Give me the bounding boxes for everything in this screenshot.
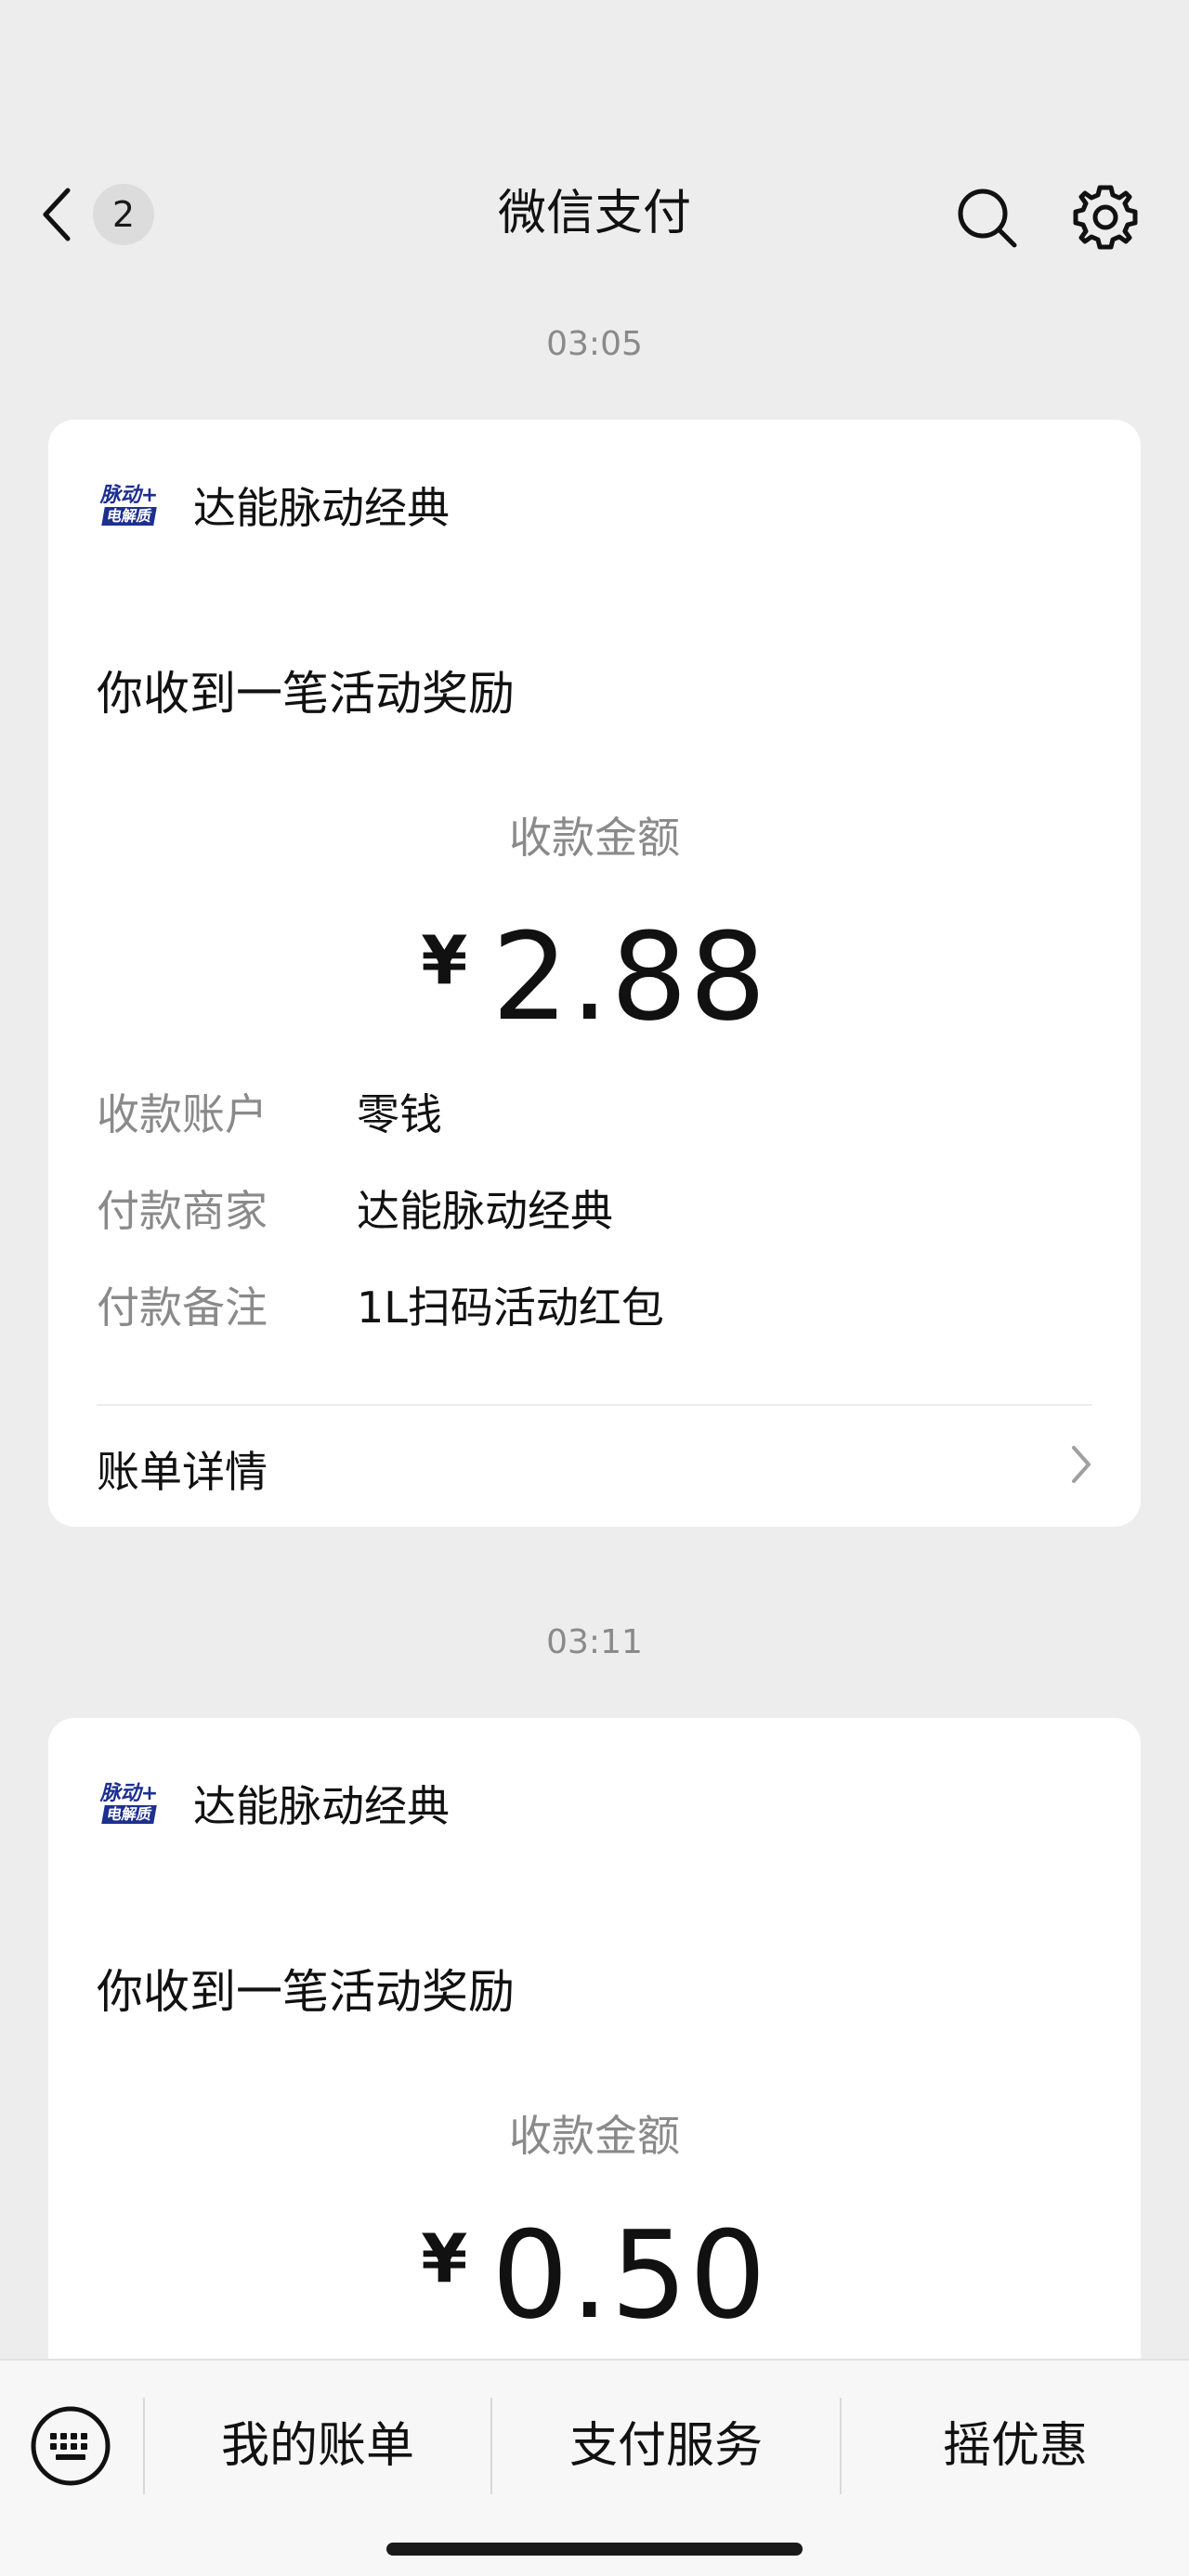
amount-value: 0.50 (491, 2205, 768, 2346)
logo-text-top: 脉动+ (99, 484, 159, 507)
chevron-left-icon[interactable] (37, 182, 74, 247)
bill-details-link[interactable]: 账单详情 (97, 1432, 1092, 1506)
currency-symbol: ¥ (421, 921, 468, 999)
page-title: 微信支付 (497, 186, 691, 241)
logo-text-bottom: 电解质 (101, 1805, 157, 1824)
amount-label: 收款金额 (509, 2111, 680, 2161)
merchant-logo: 脉动+ 电解质 (97, 477, 162, 533)
nav-bar: 2 微信支付 (0, 149, 1189, 279)
menu-item-payment-services[interactable]: 支付服务 (492, 2398, 840, 2494)
detail-label: 付款商家 (97, 1186, 268, 1236)
payment-notification-card[interactable]: 脉动+ 电解质 达能脉动经典 你收到一笔活动奖励 收款金额 ¥ 0.50 (48, 1718, 1141, 2461)
payment-notification-card[interactable]: 脉动+ 电解质 达能脉动经典 你收到一笔活动奖励 收款金额 ¥ 2.88 收款账… (48, 420, 1141, 1527)
merchant-name: 达能脉动经典 (193, 1781, 450, 1831)
home-indicator[interactable] (386, 2543, 803, 2556)
detail-row-remark: 付款备注 1L扫码活动红包 (97, 1272, 664, 1337)
merchant-logo: 脉动+ 电解质 (97, 1776, 162, 1831)
gear-icon[interactable] (1070, 182, 1141, 253)
chevron-right-icon (1070, 1444, 1092, 1495)
detail-value: 达能脉动经典 (357, 1186, 613, 1236)
message-timestamp: 03:05 (546, 325, 643, 363)
merchant-header: 脉动+ 电解质 达能脉动经典 (97, 468, 450, 542)
menu-item-my-bills[interactable]: 我的账单 (145, 2398, 490, 2494)
currency-symbol: ¥ (421, 2219, 468, 2297)
amount-value: 2.88 (491, 906, 768, 1047)
amount-display: ¥ 2.88 (48, 912, 1141, 1042)
detail-value: 1L扫码活动红包 (357, 1282, 664, 1333)
detail-label: 收款账户 (97, 1089, 268, 1139)
notification-headline: 你收到一笔活动奖励 (97, 1965, 515, 2019)
notification-headline: 你收到一笔活动奖励 (97, 667, 515, 721)
card-divider (97, 1404, 1092, 1406)
amount-display: ¥ 0.50 (48, 2210, 1141, 2340)
detail-row-merchant: 付款商家 达能脉动经典 (97, 1176, 613, 1241)
merchant-name: 达能脉动经典 (193, 483, 450, 533)
status-bar (0, 0, 1189, 149)
unread-count-badge: 2 (93, 184, 154, 245)
keyboard-icon[interactable] (30, 2405, 111, 2487)
detail-label: 付款备注 (97, 1282, 268, 1333)
amount-label: 收款金额 (509, 813, 680, 863)
search-icon[interactable] (951, 182, 1022, 253)
detail-value: 零钱 (357, 1089, 442, 1139)
logo-text-bottom: 电解质 (101, 507, 157, 526)
menu-item-shake-offers[interactable]: 摇优惠 (842, 2398, 1189, 2494)
message-timestamp: 03:11 (546, 1623, 643, 1661)
logo-text-top: 脉动+ (99, 1782, 159, 1805)
detail-row-account: 收款账户 零钱 (97, 1079, 442, 1144)
bill-details-label: 账单详情 (97, 1447, 268, 1497)
back-button[interactable]: 2 (37, 182, 167, 247)
merchant-header: 脉动+ 电解质 达能脉动经典 (97, 1766, 450, 1841)
